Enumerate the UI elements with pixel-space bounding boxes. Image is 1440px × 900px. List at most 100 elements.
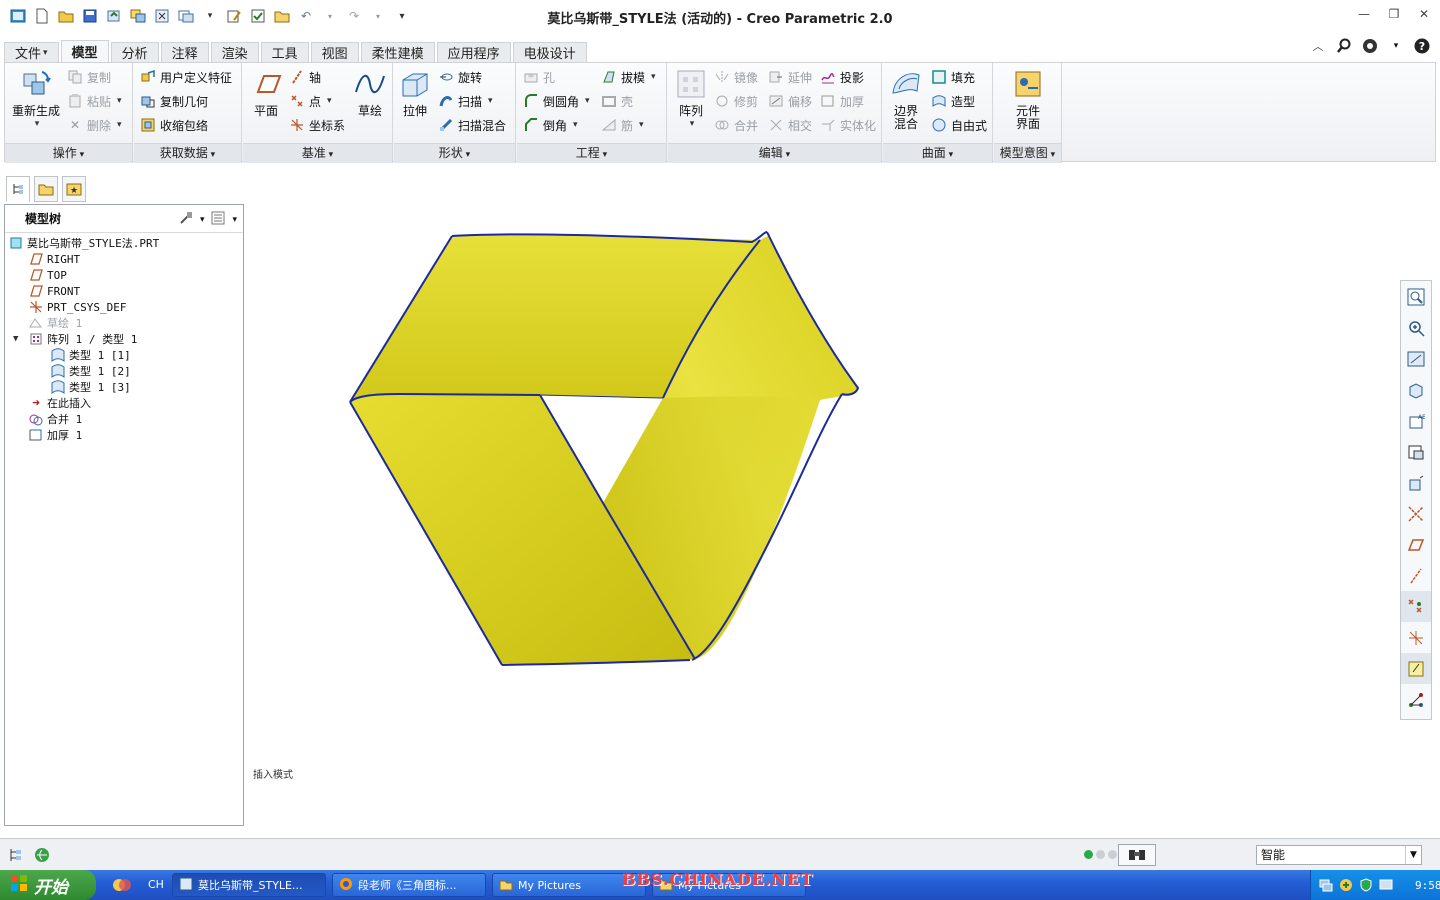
tree-node-sketch[interactable]: 草绘 1 [5,315,243,331]
trim-button[interactable]: 修剪 [714,91,758,111]
plane-display-icon[interactable] [1401,529,1431,560]
search-icon[interactable] [1336,38,1352,54]
start-button[interactable]: 开始 [0,870,96,900]
shell-button[interactable]: 壳 [601,91,633,111]
input-language[interactable]: CH [148,878,164,891]
tab-model[interactable]: 模型 [60,40,109,62]
clock[interactable]: 9:58 [1415,879,1440,892]
help-icon[interactable]: ? [1414,38,1430,54]
refit-icon[interactable] [1401,281,1431,312]
group-label-editing[interactable]: 编辑 [668,143,881,163]
close-icon[interactable]: ✕ [1416,6,1432,22]
group-label-shapes[interactable]: 形状 [394,143,515,163]
mobius-strip-model[interactable] [246,166,1396,834]
intersect-button[interactable]: 相交 [768,115,812,135]
taskbar-item-creo[interactable]: 莫比乌斯带_STYLE... [172,873,326,897]
tab-analysis[interactable]: 分析 [110,42,159,62]
tab-electrode-design[interactable]: 电极设计 [512,42,587,62]
rib-button[interactable]: 筋 ▾ [601,115,644,135]
draft-button[interactable]: 拔模 ▾ [601,67,656,87]
tab-annotate[interactable]: 注释 [160,42,209,62]
axis-display-icon[interactable] [1401,560,1431,591]
tree-node-front[interactable]: FRONT [5,283,243,299]
project-button[interactable]: 投影 [820,67,864,87]
favorites-tab-icon[interactable]: ★ [62,176,86,202]
model-tree-tab-icon[interactable] [6,176,30,202]
copy-button[interactable]: 复制 [67,67,111,87]
tree-node-merge[interactable]: 合并 1 [5,411,243,427]
tree-node-style-1[interactable]: 类型 1 [1] [5,347,243,363]
tab-view[interactable]: 视图 [310,42,359,62]
fill-button[interactable]: 填充 [931,67,975,87]
mirror-button[interactable]: 镜像 [714,67,758,87]
csys-button[interactable]: 坐标系 [289,115,345,135]
tab-tools[interactable]: 工具 [260,42,309,62]
display-style-icon[interactable] [1401,436,1431,467]
tree-settings-icon[interactable] [178,210,194,229]
point-button[interactable]: 点 ▾ [289,91,332,111]
shrinkwrap-button[interactable]: 收缩包络 [140,115,208,135]
view-manager-icon[interactable]: AB [1401,405,1431,436]
group-label-model-intent[interactable]: 模型意图 [994,143,1061,163]
shield-icon[interactable] [1359,878,1373,892]
quicklaunch-icon[interactable] [112,876,132,897]
tree-columns-icon[interactable] [210,210,226,229]
extrude-button[interactable]: 拉伸 [398,67,432,118]
tab-applications[interactable]: 应用程序 [436,42,511,62]
find-button[interactable] [1118,844,1156,866]
group-label-operations[interactable]: 操作 [5,143,132,163]
chamfer-button[interactable]: 倒角 ▾ [523,115,578,135]
tree-node-style-2[interactable]: 类型 1 [2] [5,363,243,379]
folder-browser-tab-icon[interactable] [34,176,58,202]
swept-blend-button[interactable]: 扫描混合 [438,115,506,135]
chevron-down-icon[interactable]: ▼ [1405,846,1421,864]
pattern-button[interactable]: 阵列 ▾ [674,67,708,131]
zoom-out-icon[interactable] [1401,343,1431,374]
delete-button[interactable]: ✕ 删除 ▾ [67,115,122,135]
merge-button[interactable]: 合并 [714,115,758,135]
minimize-icon[interactable]: — [1356,6,1372,22]
dropdown-icon[interactable]: ▾ [1388,38,1404,54]
tree-node-csys[interactable]: PRT_CSYS_DEF [5,299,243,315]
tab-render[interactable]: 渲染 [210,42,259,62]
perspective-icon[interactable] [1401,467,1431,498]
offset-button[interactable]: 偏移 [768,91,812,111]
boundary-blend-button[interactable]: 边界 混合 [887,67,925,131]
sweep-button[interactable]: 扫描 ▾ [438,91,493,111]
revolve-button[interactable]: 旋转 [438,67,482,87]
restore-icon[interactable]: ❐ [1386,6,1402,22]
selection-filter[interactable]: 智能 ▼ [1256,845,1422,865]
component-interface-button[interactable]: 元件 界面 [1008,67,1048,131]
network-display-icon[interactable] [1401,684,1431,715]
plane-button[interactable]: 平面 [249,67,283,118]
group-label-get-data[interactable]: 获取数据 [134,143,241,163]
tree-node-top[interactable]: TOP [5,267,243,283]
add-icon[interactable] [1339,878,1353,892]
tree-node-thicken[interactable]: 加厚 1 [5,427,243,443]
solidify-button[interactable]: 实体化 [820,115,876,135]
tree-node-right[interactable]: RIGHT [5,251,243,267]
graphics-window[interactable] [246,166,1396,834]
taskbar-item-tutorial[interactable]: 段老师《三角图标... [332,873,486,897]
community-icon[interactable] [1362,38,1378,54]
network-icon[interactable] [1319,878,1333,892]
model-tree-toggle-icon[interactable] [6,845,26,865]
group-label-surfaces[interactable]: 曲面 [883,143,992,163]
tab-file[interactable]: 文件 ▾ [4,42,59,62]
group-label-engineering[interactable]: 工程 [517,143,666,163]
dropdown-icon[interactable]: ▾ [232,215,237,225]
tree-node-style-3[interactable]: 类型 1 [3] [5,379,243,395]
tab-flexible-modeling[interactable]: 柔性建模 [360,42,435,62]
thicken-button[interactable]: 加厚 [820,91,864,111]
sketch-button[interactable]: 草绘 [353,67,387,118]
freestyle-button[interactable]: 自由式 [931,115,987,135]
group-label-datum[interactable]: 基准 [243,143,392,163]
csys-display-icon[interactable] [1401,622,1431,653]
regenerate-button[interactable]: 重新生成 ▾ [9,67,63,131]
paste-button[interactable]: 粘贴 ▾ [67,91,122,111]
tree-node-pattern[interactable]: ▼ 阵列 1 / 类型 1 [5,331,243,347]
browser-toggle-icon[interactable] [32,845,52,865]
tree-node-part[interactable]: 莫比乌斯带_STYLE法.PRT [5,235,243,251]
round-button[interactable]: 倒圆角 ▾ [523,91,590,111]
dropdown-icon[interactable]: ▾ [200,215,205,225]
